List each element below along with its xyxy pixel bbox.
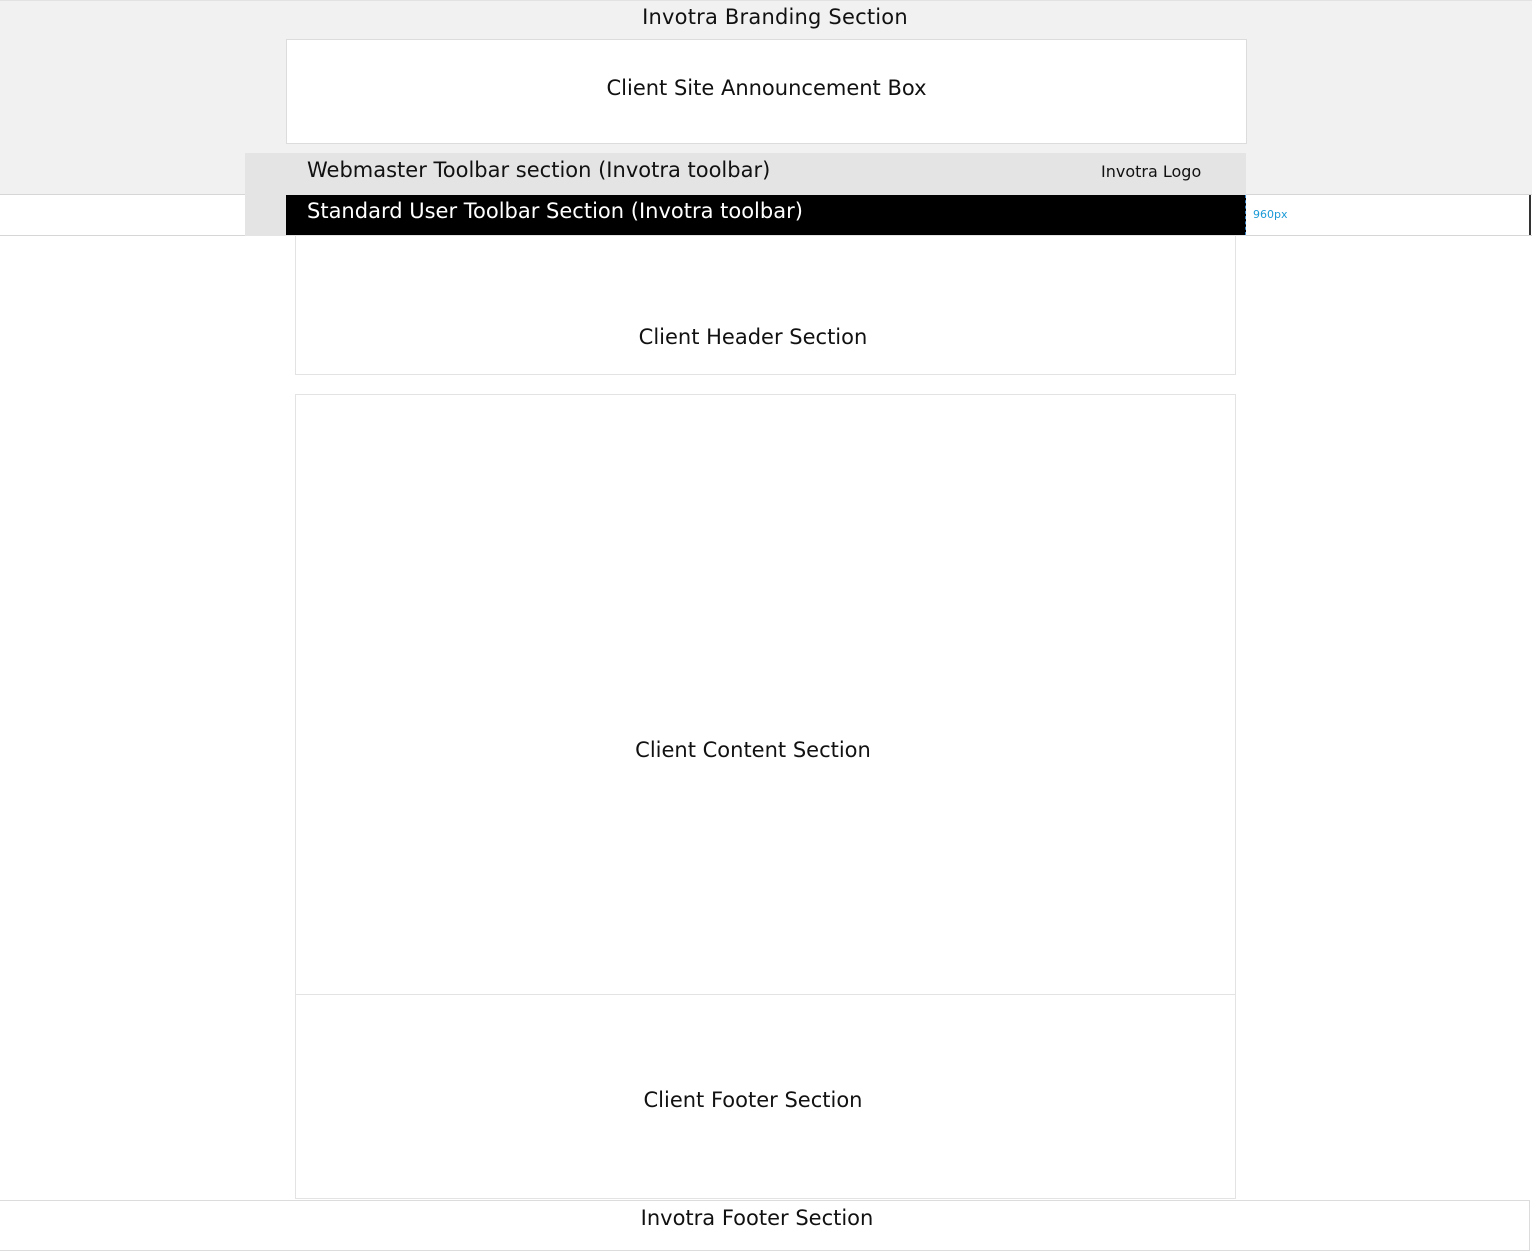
client-header-section — [295, 236, 1236, 375]
invotra-logo[interactable]: Invotra Logo — [1101, 162, 1201, 181]
client-header-label: Client Header Section — [638, 325, 868, 349]
client-footer-label: Client Footer Section — [643, 1088, 863, 1112]
client-content-section — [295, 394, 1236, 995]
invotra-footer-label: Invotra Footer Section — [640, 1206, 874, 1230]
branding-title: Invotra Branding Section — [642, 5, 908, 29]
client-site-announcement-box: Client Site Announcement Box — [286, 39, 1247, 144]
announcement-label: Client Site Announcement Box — [606, 75, 927, 100]
width-annotation: 960px — [1253, 208, 1288, 221]
page-edge-marker — [1529, 195, 1531, 235]
standard-toolbar-label: Standard User Toolbar Section (Invotra t… — [307, 199, 803, 223]
client-content-label: Client Content Section — [635, 738, 871, 762]
webmaster-toolbar-label: Webmaster Toolbar section (Invotra toolb… — [307, 158, 771, 182]
